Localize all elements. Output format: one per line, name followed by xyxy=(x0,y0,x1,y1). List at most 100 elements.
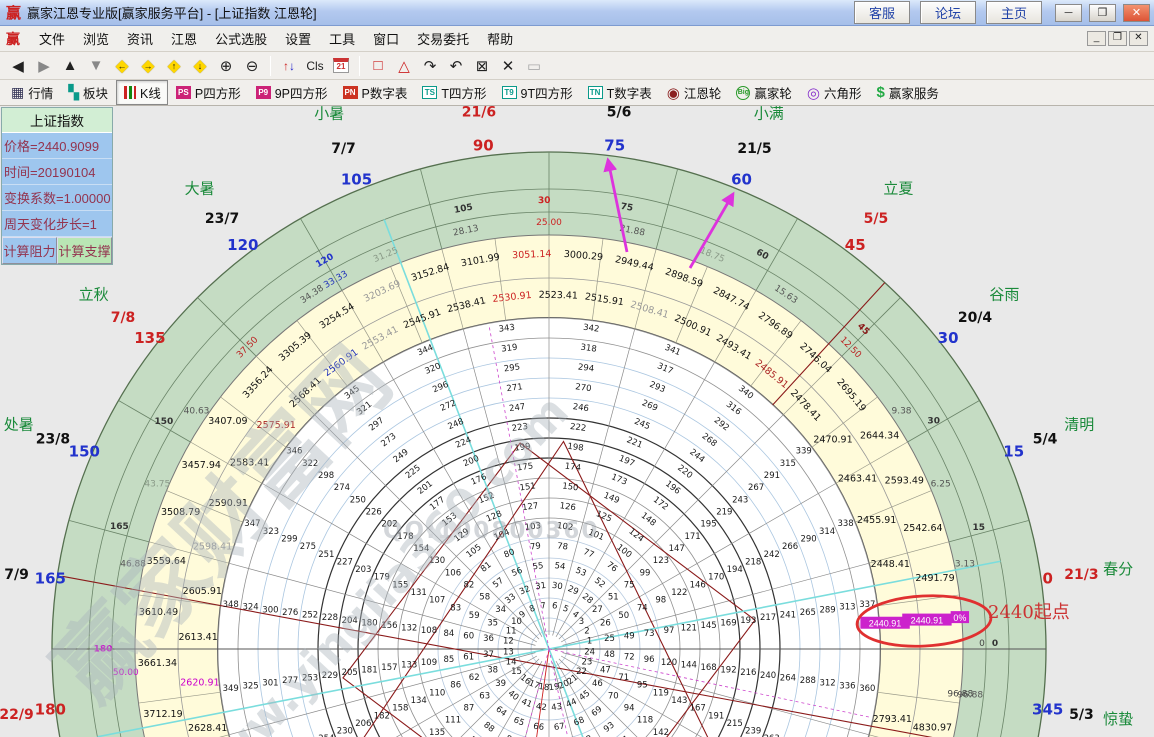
calendar-icon[interactable]: 21 xyxy=(329,54,353,78)
svg-text:37: 37 xyxy=(483,650,494,660)
restore-button[interactable]: ❐ xyxy=(1089,3,1116,22)
mdi-restore-button[interactable]: ❐ xyxy=(1108,31,1127,46)
svg-text:318: 318 xyxy=(580,343,597,355)
svg-text:146: 146 xyxy=(690,580,706,590)
diamond-up-icon[interactable]: ◆ ↑ xyxy=(162,54,186,78)
svg-text:63: 63 xyxy=(479,691,490,701)
view-button-label: 9P四方形 xyxy=(274,87,328,101)
svg-text:2491.79: 2491.79 xyxy=(915,573,954,584)
svg-text:270: 270 xyxy=(575,382,592,394)
svg-text:119: 119 xyxy=(653,688,669,698)
view-button-wheel[interactable]: ◉ 江恩轮 xyxy=(660,80,729,105)
menu-browse[interactable]: 浏览 xyxy=(74,27,118,50)
menu-gann[interactable]: 江恩 xyxy=(162,27,206,50)
week-step: 周天变化步长=1 xyxy=(2,211,112,237)
svg-text:295: 295 xyxy=(503,362,520,374)
chart-area: 1 2 3 4 5 6 7 8 9 10 11 12 13 14 15 16 17 18 19 20 21 22 23 24 2… xyxy=(0,106,1154,737)
menu-trade[interactable]: 交易委托 xyxy=(408,27,478,50)
svg-text:23/8: 23/8 xyxy=(36,432,70,448)
svg-text:319: 319 xyxy=(501,343,518,355)
view-button-t9[interactable]: T9 9T四方形 xyxy=(495,80,580,105)
view-button-grid[interactable]: ▦ 行情 xyxy=(4,80,60,105)
diamond-right-icon[interactable]: ◆ → xyxy=(136,54,160,78)
view-button-pn[interactable]: PN P数字表 xyxy=(336,80,415,105)
gann-wheel-chart[interactable]: 1234567891011121314151617181920212223242… xyxy=(0,106,1154,737)
svg-text:谷雨: 谷雨 xyxy=(989,286,1019,304)
svg-text:150: 150 xyxy=(69,443,100,461)
view-button-ts[interactable]: TS T四方形 xyxy=(415,80,493,105)
view-button-tn[interactable]: TN T数字表 xyxy=(581,80,659,105)
svg-text:194: 194 xyxy=(727,565,743,575)
svg-text:58: 58 xyxy=(479,593,490,603)
center-cross-icon[interactable]: ✕ xyxy=(496,54,520,78)
view-button-blocks[interactable]: ▚ 板块 xyxy=(61,80,115,105)
screen-tool-icon[interactable]: ▭ xyxy=(522,54,546,78)
view-button-p9[interactable]: P9 9P四方形 xyxy=(249,80,335,105)
toolbar-separator xyxy=(270,55,271,76)
svg-text:324: 324 xyxy=(242,603,258,613)
menu-tools[interactable]: 工具 xyxy=(320,27,364,50)
toolbar-separator xyxy=(359,55,360,76)
svg-text:31: 31 xyxy=(535,581,547,592)
minimize-button[interactable]: ─ xyxy=(1055,3,1082,22)
svg-text:111: 111 xyxy=(445,716,461,726)
view-button-ps[interactable]: PS P四方形 xyxy=(169,80,248,105)
forum-button[interactable]: 论坛 xyxy=(919,1,976,24)
zoom-out-icon[interactable]: ⊖ xyxy=(240,54,264,78)
svg-text:1: 1 xyxy=(587,637,592,647)
calc-resistance-button[interactable]: 计算阻力 xyxy=(2,237,57,264)
view-button-hex[interactable]: ◎ 六角形 xyxy=(800,80,869,105)
svg-text:6.25: 6.25 xyxy=(931,480,951,490)
diamond-down-icon[interactable]: ◆ ↓ xyxy=(188,54,212,78)
mdi-minimize-button[interactable]: _ xyxy=(1087,31,1106,46)
svg-text:75: 75 xyxy=(624,581,635,591)
nav-right-icon[interactable]: ▶ xyxy=(32,54,56,78)
menu-bar: 赢 文件 浏览 资讯 江恩 公式选股 设置 工具 窗口 交易委托 帮助 _ ❐ … xyxy=(0,26,1154,52)
homepage-button[interactable]: 主页 xyxy=(985,1,1042,24)
mdi-close-button[interactable]: ✕ xyxy=(1129,31,1148,46)
triangle-tool-icon[interactable]: △ xyxy=(392,54,416,78)
menu-settings[interactable]: 设置 xyxy=(276,27,320,50)
view-button-candles[interactable]: K线 xyxy=(116,80,168,105)
view-button-dollar[interactable]: $ 赢家服务 xyxy=(869,80,945,105)
svg-text:158: 158 xyxy=(392,704,408,714)
svg-text:惊蛰: 惊蛰 xyxy=(1103,710,1133,728)
nav-left-icon[interactable]: ◀ xyxy=(6,54,30,78)
menu-news[interactable]: 资讯 xyxy=(118,27,162,50)
zoom-in-icon[interactable]: ⊕ xyxy=(214,54,238,78)
diamond-left-icon[interactable]: ◆ ← xyxy=(110,54,134,78)
menu-formula-stockpick[interactable]: 公式选股 xyxy=(206,27,276,50)
rotate-cw-icon[interactable]: ↷ xyxy=(418,54,442,78)
svg-text:99: 99 xyxy=(640,568,651,578)
menu-help[interactable]: 帮助 xyxy=(478,27,522,50)
rotate-ccw-icon[interactable]: ↶ xyxy=(444,54,468,78)
svg-text:360: 360 xyxy=(859,684,875,694)
svg-text:5/3: 5/3 xyxy=(1069,707,1094,723)
svg-text:5/5: 5/5 xyxy=(864,211,889,227)
svg-text:15: 15 xyxy=(973,523,986,533)
svg-text:84: 84 xyxy=(443,629,454,639)
view-button-label: 江恩轮 xyxy=(683,87,722,101)
svg-text:276: 276 xyxy=(282,608,298,618)
customer-service-button[interactable]: 客服 xyxy=(853,1,910,24)
svg-text:21/5: 21/5 xyxy=(737,141,771,157)
svg-text:2463.41: 2463.41 xyxy=(838,474,877,485)
pyramid-up-icon[interactable]: ▲ xyxy=(58,54,82,78)
menu-window[interactable]: 窗口 xyxy=(364,27,408,50)
select-box-icon[interactable]: ⊠ xyxy=(470,54,494,78)
calc-support-button[interactable]: 计算支撑 xyxy=(57,237,112,264)
menu-file[interactable]: 文件 xyxy=(30,27,74,50)
view-button-label: 行情 xyxy=(28,87,54,101)
svg-text:291: 291 xyxy=(764,471,780,481)
close-button[interactable]: ✕ xyxy=(1123,3,1150,22)
svg-text:大暑: 大暑 xyxy=(185,180,215,198)
svg-text:12: 12 xyxy=(503,637,514,647)
svg-text:3407.09: 3407.09 xyxy=(208,416,247,427)
svg-text:133: 133 xyxy=(401,660,417,670)
square-tool-icon[interactable]: □ xyxy=(366,54,390,78)
svg-text:227: 227 xyxy=(337,557,353,567)
pyramid-down-icon[interactable]: ▼ xyxy=(84,54,108,78)
cls-button[interactable]: Cls xyxy=(303,54,327,78)
price-updown-icon[interactable]: ↑ ↓ xyxy=(277,54,301,78)
view-button-big[interactable]: Big 赢家轮 xyxy=(729,80,799,105)
